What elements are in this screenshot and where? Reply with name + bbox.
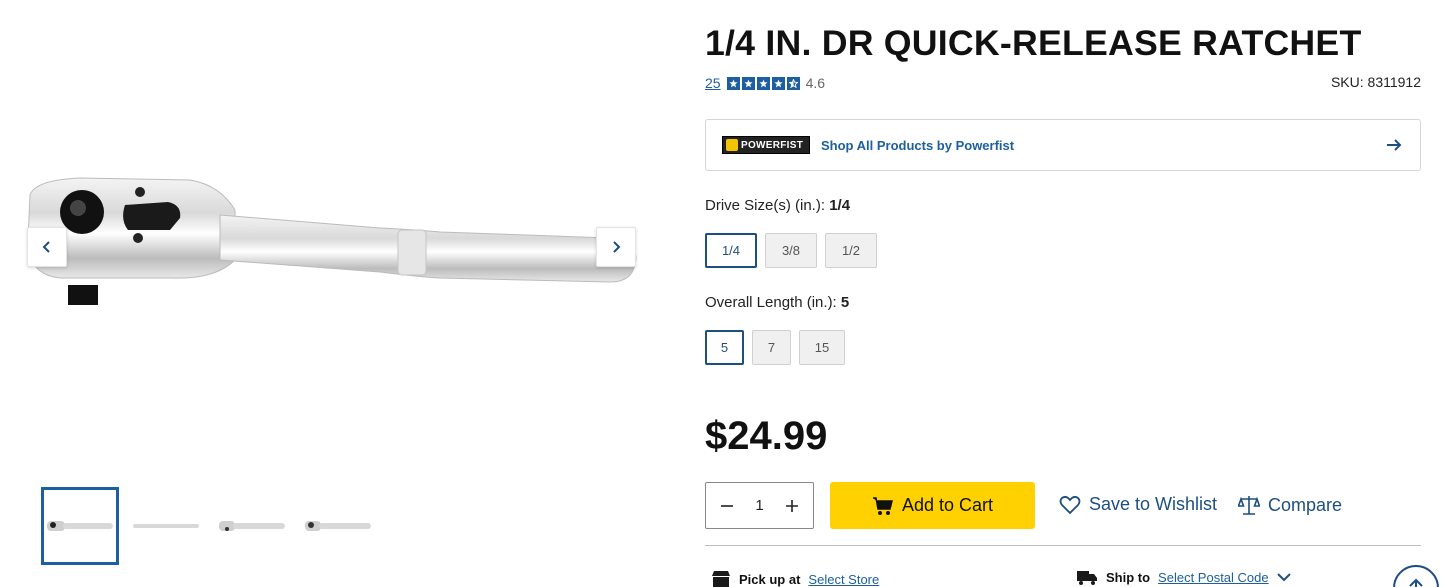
length-selected: 5 (840, 294, 850, 311)
cart-icon (872, 496, 893, 515)
wishlist-label: Save to Wishlist (1089, 494, 1218, 514)
price: $24.99 (705, 414, 828, 458)
compare-label: Compare (1268, 494, 1343, 515)
star-rating (726, 76, 800, 90)
quantity-input[interactable]: 1 (755, 497, 763, 514)
rating-value: 4.6 (805, 75, 826, 91)
ship-row: Ship to Select Postal Code (1076, 568, 1291, 586)
drive-size-option[interactable]: 3/8 (765, 233, 817, 268)
length-option[interactable]: 7 (752, 330, 791, 365)
save-to-wishlist-button[interactable]: Save to Wishlist (1059, 494, 1217, 515)
select-postal-code-link[interactable]: Select Postal Code (1158, 570, 1269, 585)
product-gallery (0, 0, 670, 587)
drive-size-option[interactable]: 1/2 (825, 233, 877, 268)
star-icon (756, 76, 770, 90)
rating-row: 25 4.6 (705, 75, 825, 91)
divider (705, 545, 1421, 546)
drive-size-selected: 1/4 (829, 197, 851, 214)
brand-logo: POWERFIST (722, 136, 810, 154)
pickup-label: Pick up at (739, 571, 801, 587)
star-icon (726, 76, 740, 90)
drive-size-label-text: Drive Size(s) (in.): (705, 197, 826, 214)
chevron-left-icon (42, 241, 50, 253)
increase-quantity-button[interactable] (781, 495, 803, 517)
star-icon (741, 76, 755, 90)
review-count-link[interactable]: 25 (705, 75, 721, 91)
product-info: 1/4 IN. DR QUICK-RELEASE RATCHET 25 4.6 … (705, 0, 1421, 587)
length-option[interactable]: 15 (799, 330, 845, 365)
arrow-right-icon (1387, 139, 1402, 151)
ship-label: Ship to (1106, 569, 1151, 585)
plus-icon (786, 499, 798, 512)
scale-icon (1238, 496, 1260, 515)
drive-size-label: Drive Size(s) (in.): 1/4 (705, 197, 850, 214)
select-store-link[interactable]: Select Store (808, 572, 879, 587)
brand-shop-link[interactable]: POWERFIST Shop All Products by Powerfist (705, 119, 1421, 171)
truck-icon (1077, 571, 1097, 585)
brand-logo-text: POWERFIST (741, 139, 804, 151)
decrease-quantity-button[interactable] (716, 495, 738, 517)
thumbnail-3[interactable] (213, 487, 291, 565)
length-option[interactable]: 5 (705, 330, 744, 365)
thumbnail-1[interactable] (41, 487, 119, 565)
length-label: Overall Length (in.): 5 (705, 294, 849, 311)
chevron-right-icon (613, 241, 621, 253)
quantity-stepper: 1 (705, 482, 814, 529)
length-options: 5 7 15 (705, 330, 845, 365)
arrow-up-icon (1409, 578, 1423, 587)
brand-link-label: Shop All Products by Powerfist (821, 137, 1015, 153)
length-label-text: Overall Length (in.): (705, 294, 837, 311)
heart-icon (1059, 495, 1081, 514)
star-icon (771, 76, 785, 90)
thumbnail-strip (41, 487, 377, 565)
minus-icon (721, 504, 733, 507)
pickup-row: Pick up at Select Store (711, 570, 879, 587)
store-icon (712, 571, 730, 587)
brand-badge-icon (726, 139, 738, 151)
chevron-down-icon[interactable] (1276, 572, 1291, 582)
drive-size-option[interactable]: 1/4 (705, 233, 757, 268)
add-to-cart-button[interactable]: Add to Cart (830, 482, 1035, 529)
drive-size-options: 1/4 3/8 1/2 (705, 233, 877, 268)
gallery-prev-button[interactable] (27, 227, 67, 267)
add-to-cart-label: Add to Cart (901, 495, 994, 515)
star-half-icon (786, 76, 800, 90)
thumbnail-4[interactable] (299, 487, 377, 565)
sku-label: SKU: 8311912 (1330, 74, 1421, 90)
compare-button[interactable]: Compare (1238, 494, 1342, 516)
product-main-image (20, 150, 650, 350)
product-title: 1/4 IN. DR QUICK-RELEASE RATCHET (705, 24, 1362, 63)
gallery-next-button[interactable] (596, 227, 636, 267)
thumbnail-2[interactable] (127, 487, 205, 565)
